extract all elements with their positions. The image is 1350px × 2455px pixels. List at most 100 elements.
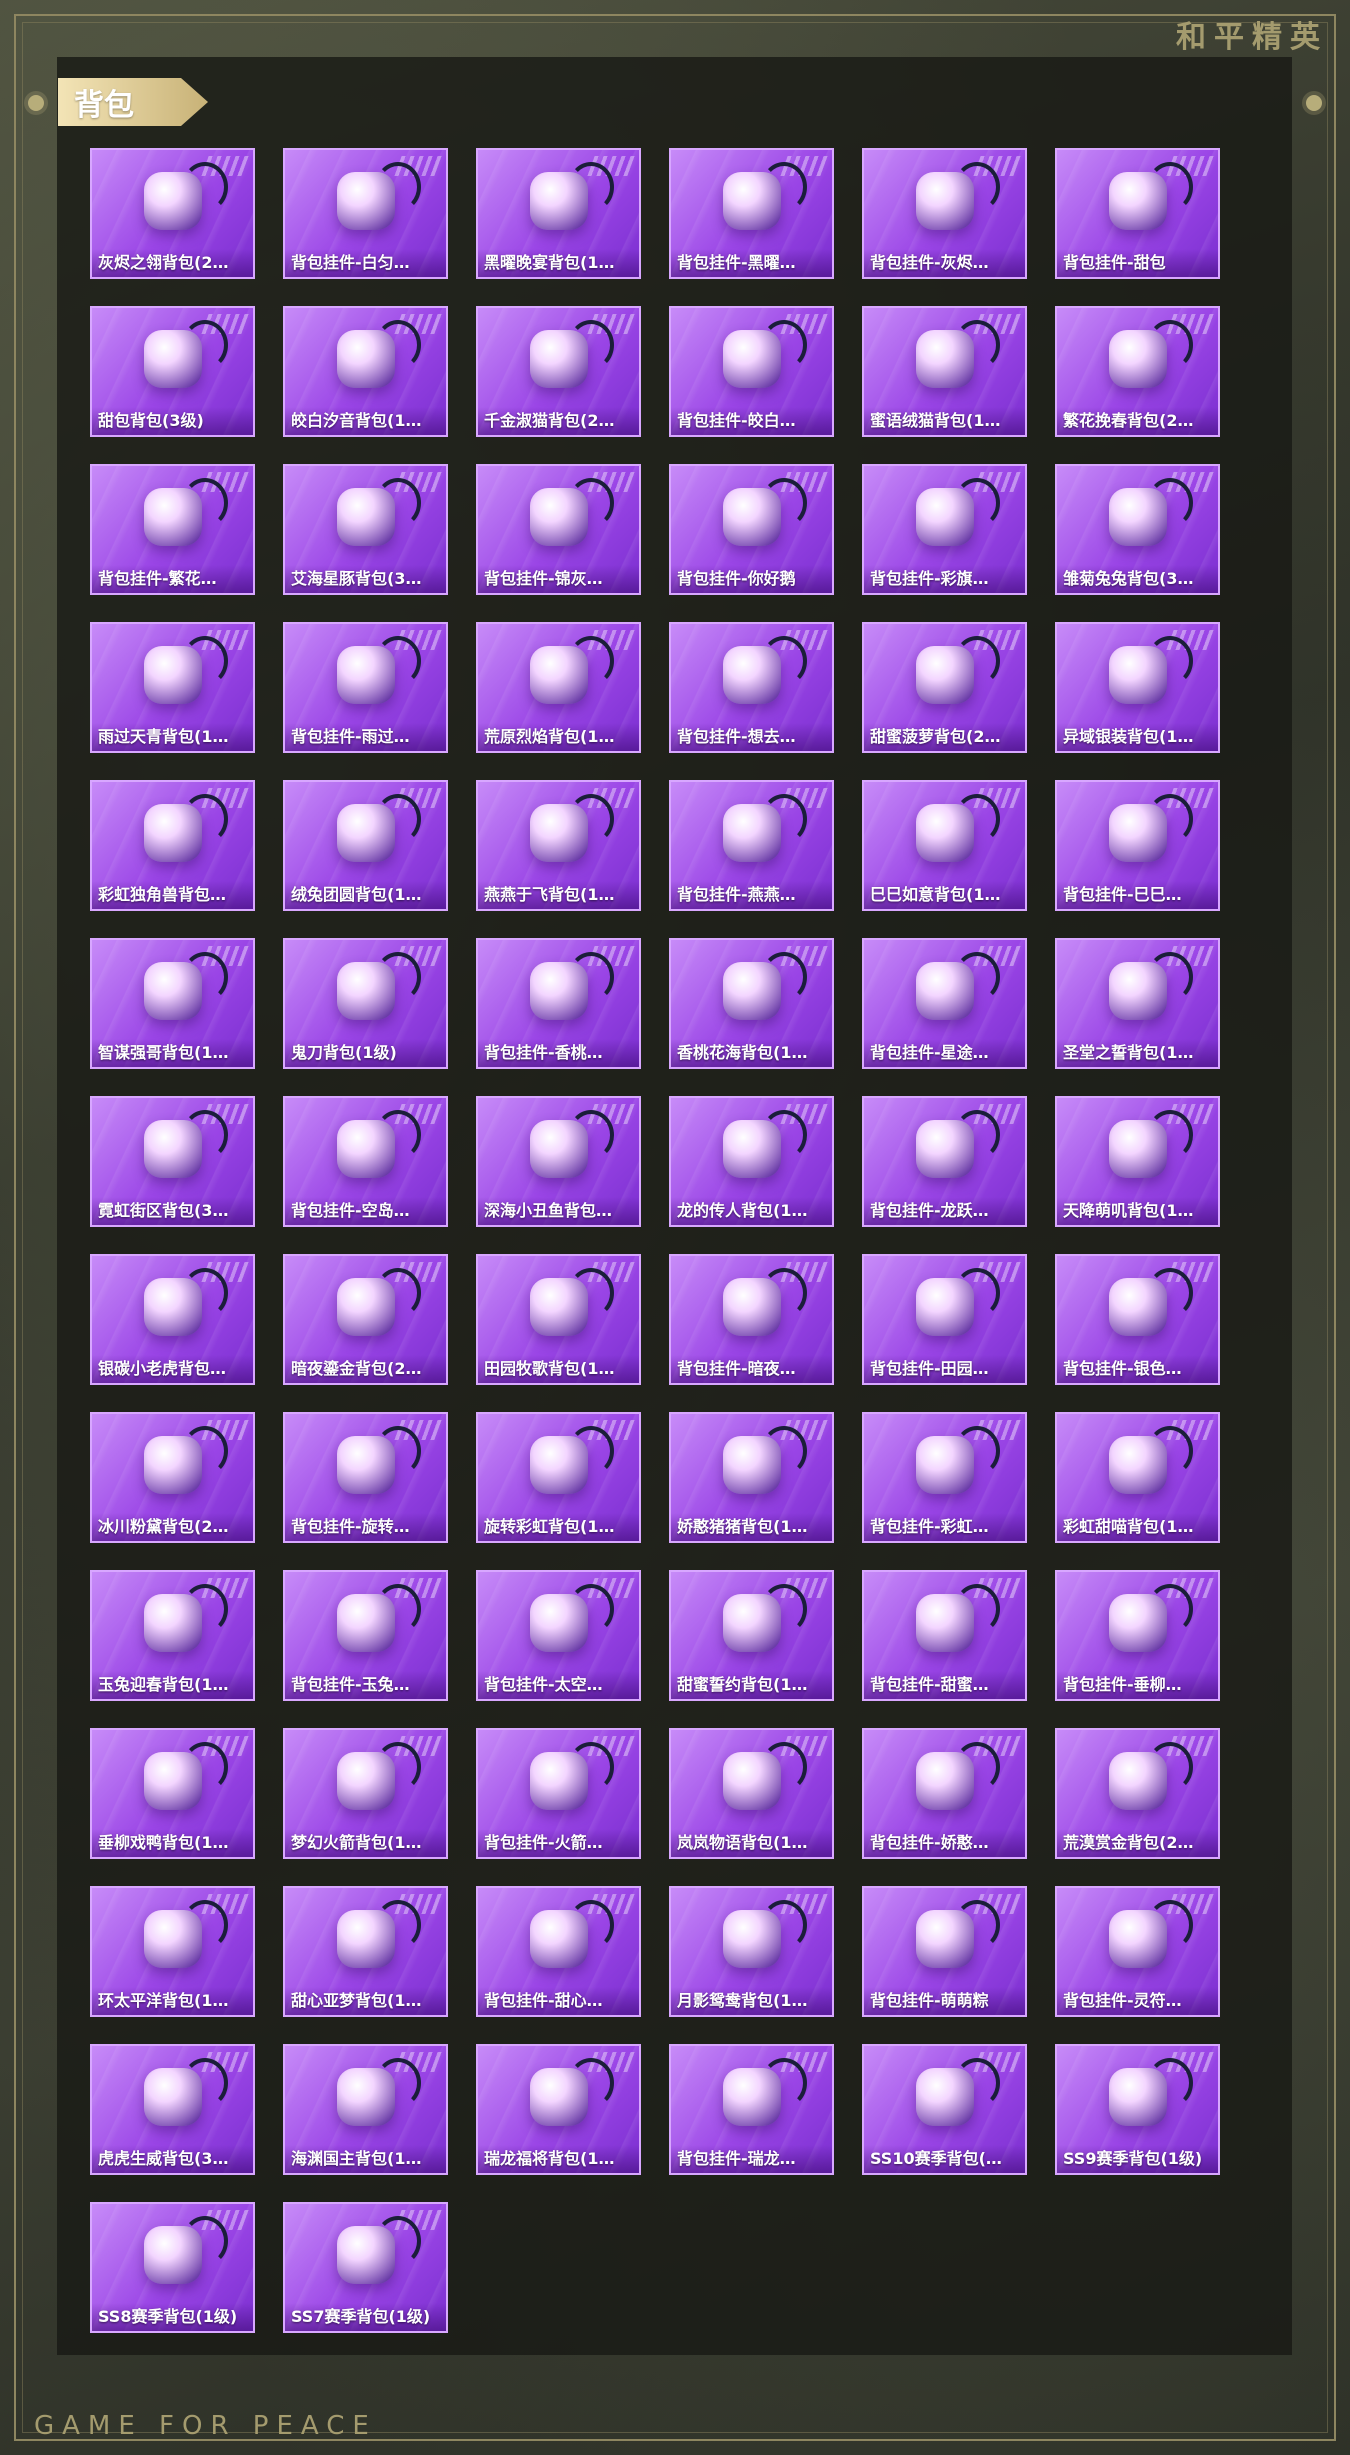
backpack-item-icon (722, 2057, 807, 2126)
item-card[interactable]: 雏菊兔兔背包(3… (1055, 464, 1220, 595)
item-label: 岚岚物语背包(1… (677, 1833, 808, 1852)
item-card[interactable]: 垂柳戏鸭背包(1… (90, 1728, 255, 1859)
item-card[interactable]: 环太平洋背包(1… (90, 1886, 255, 2017)
item-card[interactable]: 背包挂件-锦灰… (476, 464, 641, 595)
item-card[interactable]: 暗夜鎏金背包(2… (283, 1254, 448, 1385)
backpack-item-icon (915, 1267, 1000, 1336)
item-card[interactable]: 蜜语绒猫背包(1… (862, 306, 1027, 437)
backpack-item-icon (915, 793, 1000, 862)
item-card[interactable]: 甜包背包(3级) (90, 306, 255, 437)
item-card[interactable]: 荒原烈焰背包(1… (476, 622, 641, 753)
item-card[interactable]: 岚岚物语背包(1… (669, 1728, 834, 1859)
item-label: 背包挂件-空岛… (291, 1201, 410, 1220)
item-card[interactable]: 冰川粉黛背包(2… (90, 1412, 255, 1543)
item-card[interactable]: 背包挂件-娇憨… (862, 1728, 1027, 1859)
item-card[interactable]: 田园牧歌背包(1… (476, 1254, 641, 1385)
item-card[interactable]: 背包挂件-彩虹… (862, 1412, 1027, 1543)
item-card[interactable]: 灰烬之翎背包(2… (90, 148, 255, 279)
item-card[interactable]: 背包挂件-黑曜… (669, 148, 834, 279)
item-card[interactable]: 背包挂件-萌萌粽 (862, 1886, 1027, 2017)
item-card[interactable]: 荒漠赏金背包(2… (1055, 1728, 1220, 1859)
item-card[interactable]: 背包挂件-甜包 (1055, 148, 1220, 279)
item-card[interactable]: 背包挂件-甜蜜… (862, 1570, 1027, 1701)
item-card[interactable]: 背包挂件-燕燕… (669, 780, 834, 911)
item-card[interactable]: 旋转彩虹背包(1… (476, 1412, 641, 1543)
item-card[interactable]: 燕燕于飞背包(1… (476, 780, 641, 911)
item-card[interactable]: 艾海星豚背包(3… (283, 464, 448, 595)
item-label: 圣堂之誓背包(1… (1063, 1043, 1194, 1062)
item-card[interactable]: 梦幻火箭背包(1… (283, 1728, 448, 1859)
item-card[interactable]: SS9赛季背包(1级) (1055, 2044, 1220, 2175)
item-card[interactable]: 龙的传人背包(1… (669, 1096, 834, 1227)
backpack-item-icon (336, 1425, 421, 1494)
item-card[interactable]: 背包挂件-白匀… (283, 148, 448, 279)
item-card[interactable]: 背包挂件-暗夜… (669, 1254, 834, 1385)
item-card[interactable]: 香桃花海背包(1… (669, 938, 834, 1069)
backpack-item-icon (915, 319, 1000, 388)
item-card[interactable]: 雨过天青背包(1… (90, 622, 255, 753)
item-card[interactable]: 圣堂之誓背包(1… (1055, 938, 1220, 1069)
section-tab-backpack[interactable]: 背包 (58, 78, 208, 126)
item-card[interactable]: 海渊国主背包(1… (283, 2044, 448, 2175)
item-label: SS10赛季背包(… (870, 2149, 1002, 2168)
item-card[interactable]: 黑曜晚宴背包(1… (476, 148, 641, 279)
item-card[interactable]: SS7赛季背包(1级) (283, 2202, 448, 2333)
item-card[interactable]: 甜蜜誓约背包(1… (669, 1570, 834, 1701)
backpack-item-icon (1108, 1425, 1193, 1494)
item-card[interactable]: 异域银装背包(1… (1055, 622, 1220, 753)
item-card[interactable]: 背包挂件-你好鹅 (669, 464, 834, 595)
item-card[interactable]: 鬼刀背包(1级) (283, 938, 448, 1069)
item-card[interactable]: 银碳小老虎背包… (90, 1254, 255, 1385)
item-card[interactable]: 背包挂件-雨过… (283, 622, 448, 753)
item-card[interactable]: 玉兔迎春背包(1… (90, 1570, 255, 1701)
item-card[interactable]: 皎白汐音背包(1… (283, 306, 448, 437)
item-card[interactable]: 甜心亚梦背包(1… (283, 1886, 448, 2017)
item-label: 暗夜鎏金背包(2… (291, 1359, 422, 1378)
item-card[interactable]: 背包挂件-想去… (669, 622, 834, 753)
item-card[interactable]: 背包挂件-火箭… (476, 1728, 641, 1859)
item-card[interactable]: 背包挂件-皎白… (669, 306, 834, 437)
item-card[interactable]: 绒兔团圆背包(1… (283, 780, 448, 911)
item-card[interactable]: 霓虹街区背包(3… (90, 1096, 255, 1227)
item-card[interactable]: 彩虹独角兽背包… (90, 780, 255, 911)
backpack-item-icon (915, 951, 1000, 1020)
item-card[interactable]: 背包挂件-灵符… (1055, 1886, 1220, 2017)
item-card[interactable]: 背包挂件-彩旗… (862, 464, 1027, 595)
item-card[interactable]: 背包挂件-田园… (862, 1254, 1027, 1385)
item-card[interactable]: 背包挂件-旋转… (283, 1412, 448, 1543)
item-card[interactable]: SS8赛季背包(1级) (90, 2202, 255, 2333)
item-label: 甜蜜菠萝背包(2… (870, 727, 1001, 746)
item-card[interactable]: 背包挂件-繁花… (90, 464, 255, 595)
item-card[interactable]: 瑞龙福将背包(1… (476, 2044, 641, 2175)
item-card[interactable]: SS10赛季背包(… (862, 2044, 1027, 2175)
item-card[interactable]: 背包挂件-星途… (862, 938, 1027, 1069)
item-card[interactable]: 娇憨猪猪背包(1… (669, 1412, 834, 1543)
item-card[interactable]: 巳巳如意背包(1… (862, 780, 1027, 911)
item-card[interactable]: 背包挂件-太空… (476, 1570, 641, 1701)
item-card[interactable]: 背包挂件-空岛… (283, 1096, 448, 1227)
item-card[interactable]: 月影鸳鸯背包(1… (669, 1886, 834, 2017)
item-card[interactable]: 背包挂件-甜心… (476, 1886, 641, 2017)
item-card[interactable]: 天降萌叽背包(1… (1055, 1096, 1220, 1227)
item-card[interactable]: 深海小丑鱼背包… (476, 1096, 641, 1227)
item-card[interactable]: 背包挂件-灰烬… (862, 148, 1027, 279)
item-card[interactable]: 千金淑猫背包(2… (476, 306, 641, 437)
backpack-item-icon (1108, 319, 1193, 388)
item-card[interactable]: 背包挂件-玉兔… (283, 1570, 448, 1701)
item-card[interactable]: 背包挂件-银色… (1055, 1254, 1220, 1385)
item-card[interactable]: 背包挂件-垂柳… (1055, 1570, 1220, 1701)
item-card[interactable]: 背包挂件-巳巳… (1055, 780, 1220, 911)
backpack-item-icon (143, 1109, 228, 1178)
brand-title: 和平精英 (1176, 20, 1328, 55)
backpack-item-icon (722, 161, 807, 230)
item-card[interactable]: 背包挂件-龙跃… (862, 1096, 1027, 1227)
backpack-item-icon (143, 1425, 228, 1494)
item-card[interactable]: 虎虎生威背包(3… (90, 2044, 255, 2175)
item-card[interactable]: 甜蜜菠萝背包(2… (862, 622, 1027, 753)
backpack-item-icon (722, 319, 807, 388)
item-card[interactable]: 背包挂件-瑞龙… (669, 2044, 834, 2175)
item-card[interactable]: 背包挂件-香桃… (476, 938, 641, 1069)
item-card[interactable]: 智谋强哥背包(1… (90, 938, 255, 1069)
item-card[interactable]: 繁花挽春背包(2… (1055, 306, 1220, 437)
item-card[interactable]: 彩虹甜喵背包(1… (1055, 1412, 1220, 1543)
